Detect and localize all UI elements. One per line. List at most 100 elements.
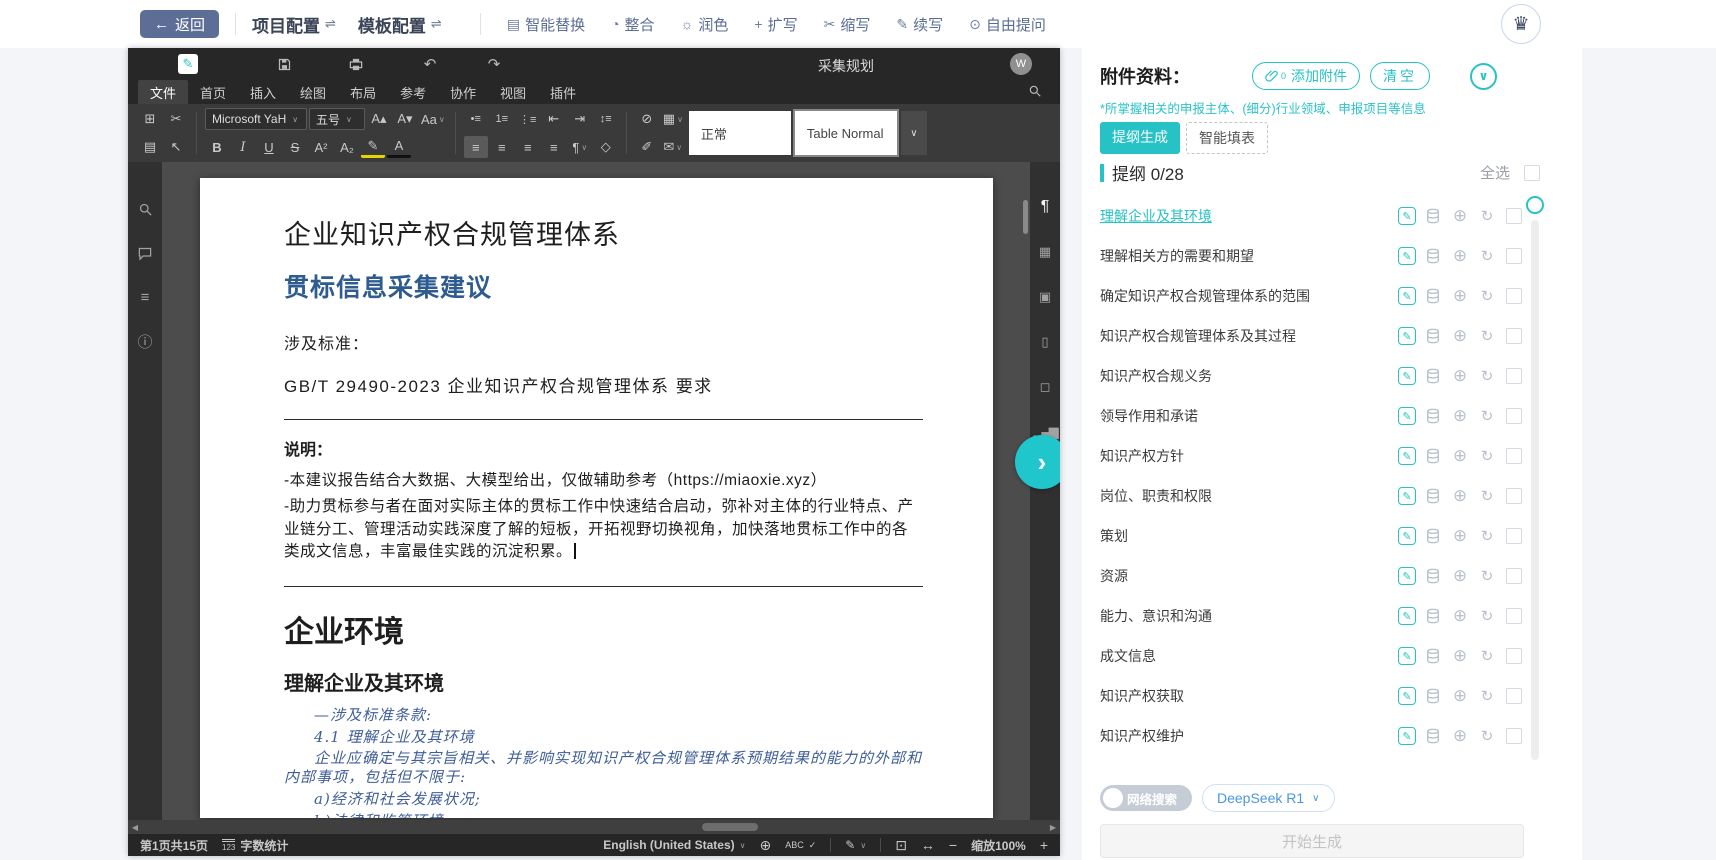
database-icon[interactable] bbox=[1423, 446, 1443, 466]
outline-item-label[interactable]: 知识产权获取 bbox=[1100, 686, 1391, 706]
word-count-button[interactable]: 123 字数统计 bbox=[222, 837, 288, 854]
font-size-select[interactable]: 五号 ∨ bbox=[309, 108, 365, 130]
model-select[interactable]: DeepSeek R1 ∨ bbox=[1202, 784, 1335, 812]
wps-app-icon[interactable]: ✎ bbox=[178, 54, 198, 74]
web-source-icon[interactable]: ⊕ bbox=[1450, 486, 1470, 506]
menu-item[interactable]: 文件 bbox=[138, 79, 189, 105]
web-source-icon[interactable]: ⊕ bbox=[1450, 286, 1470, 306]
outline-item-checkbox[interactable] bbox=[1506, 248, 1522, 264]
database-icon[interactable] bbox=[1423, 206, 1443, 226]
image-tool-icon[interactable]: ▣ bbox=[1034, 286, 1056, 308]
outline-item-checkbox[interactable] bbox=[1506, 408, 1522, 424]
outline-item-checkbox[interactable] bbox=[1506, 568, 1522, 584]
clear-attachments-button[interactable]: 清空 bbox=[1370, 62, 1431, 90]
web-source-icon[interactable]: ⊕ bbox=[1450, 686, 1470, 706]
align-center-icon[interactable]: ≡ bbox=[490, 136, 514, 158]
menu-item[interactable]: 插入 bbox=[238, 80, 288, 105]
scrollbar-track[interactable] bbox=[1531, 220, 1539, 760]
free-ask-button[interactable]: ⊙ 自由提问 bbox=[969, 14, 1046, 35]
edit-icon[interactable]: ✎ bbox=[1398, 447, 1416, 465]
expand-panel-button[interactable]: › bbox=[1015, 435, 1060, 489]
globe-icon[interactable]: ⊕ bbox=[759, 837, 771, 854]
borders-icon[interactable]: ▦ ∨ bbox=[661, 108, 685, 130]
paste-icon[interactable]: ▤ bbox=[138, 136, 162, 158]
back-button[interactable]: ← 返回 bbox=[140, 10, 220, 38]
database-icon[interactable] bbox=[1423, 246, 1443, 266]
edit-icon[interactable]: ✎ bbox=[1398, 607, 1416, 625]
outline-item-label[interactable]: 知识产权维护 bbox=[1100, 726, 1391, 746]
select-all-checkbox[interactable] bbox=[1524, 164, 1540, 181]
edit-icon[interactable]: ✎ bbox=[1398, 407, 1416, 425]
document-scrollbar[interactable] bbox=[1023, 200, 1028, 234]
regenerate-icon[interactable]: ↻ bbox=[1477, 286, 1497, 306]
spellcheck-button[interactable]: ABC ✓ bbox=[785, 840, 816, 851]
database-icon[interactable] bbox=[1423, 686, 1443, 706]
zoom-level[interactable]: 缩放100% bbox=[971, 837, 1026, 854]
regenerate-icon[interactable]: ↻ bbox=[1477, 526, 1497, 546]
edit-icon[interactable]: ✎ bbox=[1398, 207, 1416, 225]
mail-icon[interactable]: ✉ ∨ bbox=[661, 136, 685, 158]
edit-icon[interactable]: ✎ bbox=[1398, 327, 1416, 345]
continue-write-button[interactable]: ✎ 续写 bbox=[896, 14, 943, 35]
database-icon[interactable] bbox=[1423, 606, 1443, 626]
comments-icon[interactable] bbox=[134, 242, 156, 264]
outline-item-label[interactable]: 领导作用和承诺 bbox=[1100, 406, 1391, 426]
smart-replace-button[interactable]: ▤ 智能替换 bbox=[507, 14, 585, 35]
align-right-icon[interactable]: ≡ bbox=[516, 136, 540, 158]
outline-item-label[interactable]: 理解企业及其环境 bbox=[1100, 206, 1391, 226]
page-tool-icon[interactable]: ▯ bbox=[1034, 331, 1056, 353]
copy-icon[interactable]: ⊞ bbox=[138, 108, 162, 130]
expand-button[interactable]: + 扩写 bbox=[754, 14, 797, 35]
database-icon[interactable] bbox=[1423, 526, 1443, 546]
style-table-normal[interactable]: Table Normal bbox=[792, 109, 899, 157]
outline-item-label[interactable]: 知识产权方针 bbox=[1100, 446, 1391, 466]
outline-item-checkbox[interactable] bbox=[1506, 288, 1522, 304]
outline-item-label[interactable]: 知识产权合规义务 bbox=[1100, 366, 1391, 386]
scroll-left-icon[interactable]: ◀ bbox=[128, 823, 142, 832]
web-source-icon[interactable]: ⊕ bbox=[1450, 646, 1470, 666]
table-tool-icon[interactable]: ▦ bbox=[1034, 241, 1056, 263]
database-icon[interactable] bbox=[1423, 486, 1443, 506]
menu-item[interactable]: 布局 bbox=[338, 80, 388, 105]
find-icon[interactable] bbox=[134, 198, 156, 220]
redo-button[interactable]: ↷ bbox=[482, 52, 506, 76]
outline-item-checkbox[interactable] bbox=[1506, 688, 1522, 704]
shading-icon[interactable]: ◇ bbox=[594, 136, 618, 158]
outline-item-checkbox[interactable] bbox=[1506, 528, 1522, 544]
edit-icon[interactable]: ✎ bbox=[1398, 287, 1416, 305]
outline-item-label[interactable]: 理解相关方的需要和期望 bbox=[1100, 246, 1391, 266]
regenerate-icon[interactable]: ↻ bbox=[1477, 246, 1497, 266]
database-icon[interactable] bbox=[1423, 646, 1443, 666]
bullet-list-icon[interactable]: •≡ bbox=[464, 108, 488, 130]
web-source-icon[interactable]: ⊕ bbox=[1450, 526, 1470, 546]
merge-button[interactable]: ◔ 整合 bbox=[611, 14, 654, 35]
database-icon[interactable] bbox=[1423, 566, 1443, 586]
zoom-out-button[interactable]: − bbox=[949, 837, 957, 853]
change-case-icon[interactable]: Aa ∨ bbox=[419, 108, 447, 130]
web-source-icon[interactable]: ⊕ bbox=[1450, 606, 1470, 626]
style-normal[interactable]: 正常 bbox=[688, 111, 791, 155]
shorten-button[interactable]: ✂ 缩写 bbox=[824, 14, 871, 35]
language-select[interactable]: English (United States) ∨ bbox=[603, 838, 745, 852]
database-icon[interactable] bbox=[1423, 406, 1443, 426]
search-icon[interactable] bbox=[1028, 84, 1042, 98]
menu-item[interactable]: 视图 bbox=[488, 80, 538, 105]
multilevel-list-icon[interactable]: ⋮≡ bbox=[516, 108, 540, 130]
outline-item-label[interactable]: 知识产权合规管理体系及其过程 bbox=[1100, 326, 1391, 346]
web-source-icon[interactable]: ⊕ bbox=[1450, 206, 1470, 226]
zoom-in-button[interactable]: + bbox=[1040, 837, 1048, 853]
justify-icon[interactable]: ≡ bbox=[542, 136, 566, 158]
edit-icon[interactable]: ✎ bbox=[1398, 527, 1416, 545]
subscript-icon[interactable]: A₂ bbox=[335, 136, 359, 158]
fit-width-button[interactable]: ↔ bbox=[921, 837, 935, 853]
outline-item-checkbox[interactable] bbox=[1506, 208, 1522, 224]
save-button[interactable] bbox=[272, 52, 296, 76]
regenerate-icon[interactable]: ↻ bbox=[1477, 726, 1497, 746]
bold-icon[interactable]: B bbox=[205, 136, 229, 158]
regenerate-icon[interactable]: ↻ bbox=[1477, 686, 1497, 706]
menu-item[interactable]: 协作 bbox=[438, 80, 488, 105]
font-color-icon[interactable]: A bbox=[387, 136, 411, 158]
regenerate-icon[interactable]: ↻ bbox=[1477, 566, 1497, 586]
page-indicator[interactable]: 第1页共15页 bbox=[140, 837, 208, 854]
select-icon[interactable]: ↖ bbox=[164, 136, 188, 158]
